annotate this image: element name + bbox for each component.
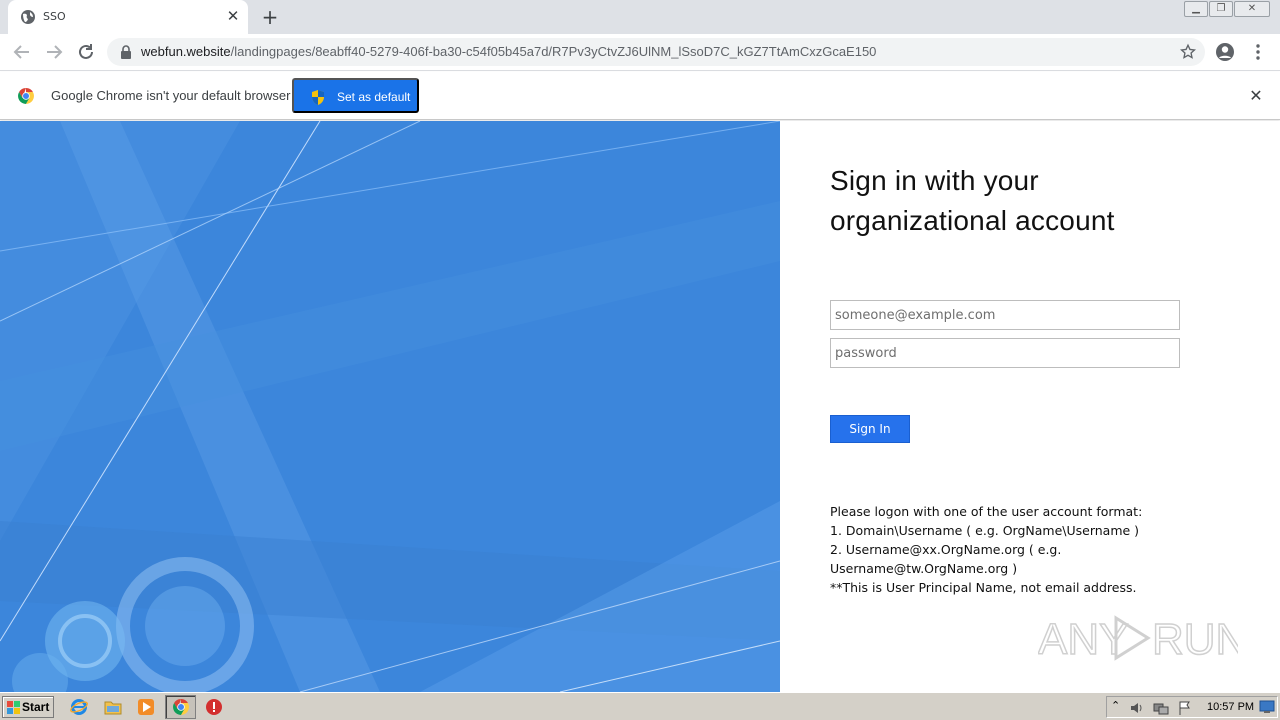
reload-icon[interactable] [74,40,98,64]
url-path: /landingpages/8eabff40-5279-406f-ba30-c5… [230,44,877,59]
restore-button[interactable]: ❐ [1209,1,1233,17]
windows-taskbar: Start ⌃ 10:57 PM [0,692,1280,720]
lock-icon[interactable] [119,45,133,59]
infobar-message: Google Chrome isn't your default browser [51,88,291,103]
address-bar[interactable]: webfun.website/landingpages/8eabff40-527… [107,38,1205,66]
start-label: Start [22,700,50,714]
set-as-default-button[interactable]: Set as default [292,78,419,113]
system-tray: ⌃ 10:57 PM [1106,696,1278,718]
uac-shield-icon [312,90,324,105]
help-line: 1. Domain\Username ( e.g. OrgName\Userna… [830,523,1140,538]
globe-icon [21,10,35,24]
show-desktop-icon[interactable] [1259,700,1275,714]
chrome-logo-icon [18,88,34,104]
back-icon[interactable] [10,40,34,64]
sign-in-button[interactable]: Sign In [830,415,910,443]
svg-text:RUN: RUN [1152,615,1238,664]
set-as-default-label: Set as default [337,90,411,104]
close-window-button[interactable]: ✕ [1234,1,1270,17]
password-input[interactable] [830,338,1180,368]
windows-flag-icon [7,701,20,714]
help-line: **This is User Principal Name, not email… [830,580,1137,595]
stop-sign-icon[interactable] [205,698,223,716]
new-tab-button[interactable]: + [258,5,282,29]
infobar-close-icon[interactable]: ✕ [1247,87,1265,105]
background-illustration [0,121,780,692]
url-host: webfun.website [141,44,231,59]
menu-kebab-icon[interactable] [1250,42,1266,62]
taskbar-clock[interactable]: 10:57 PM [1207,701,1254,713]
title-line-1: Sign in with your [830,165,1039,196]
media-player-icon[interactable] [137,698,155,716]
volume-icon[interactable] [1129,700,1145,716]
file-explorer-icon[interactable] [104,698,122,716]
forward-icon[interactable] [42,40,66,64]
abstract-lines-graphic [0,121,780,692]
close-tab-icon[interactable]: ✕ [224,7,242,25]
tab-strip: SSO ✕ + ▁ ❐ ✕ [0,0,1280,34]
browser-toolbar: webfun.website/landingpages/8eabff40-527… [0,34,1280,71]
help-line: 2. Username@xx.OrgName.org ( e.g. [830,542,1062,557]
chrome-icon [173,699,189,715]
url-text: webfun.website/landingpages/8eabff40-527… [141,44,876,59]
title-line-2: organizational account [830,205,1115,236]
action-center-flag-icon[interactable] [1177,700,1193,716]
start-button[interactable]: Start [2,696,54,718]
username-input[interactable] [830,300,1180,330]
help-line: Username@tw.OrgName.org ) [830,561,1018,576]
login-panel: Sign in with your organizational account… [830,121,1250,692]
minimize-button[interactable]: ▁ [1184,1,1208,17]
sso-login-page: Sign in with your organizational account… [0,121,1280,692]
tab-title: SSO [43,10,66,23]
taskbar-chrome-button[interactable] [165,695,196,719]
help-line: Please logon with one of the user accoun… [830,504,1143,519]
tray-expand-icon[interactable]: ⌃ [1111,699,1120,712]
bookmark-star-icon[interactable] [1179,43,1197,61]
network-icon[interactable] [1153,700,1169,716]
page-title: Sign in with your organizational account [830,161,1190,241]
default-browser-infobar: Google Chrome isn't your default browser… [0,72,1280,120]
browser-tab[interactable]: SSO ✕ [8,0,248,34]
internet-explorer-icon[interactable] [70,698,88,716]
anyrun-watermark-logo: ANY RUN [1038,614,1238,665]
logon-help-text: Please logon with one of the user accoun… [830,502,1160,597]
profile-avatar-icon[interactable] [1215,42,1235,62]
